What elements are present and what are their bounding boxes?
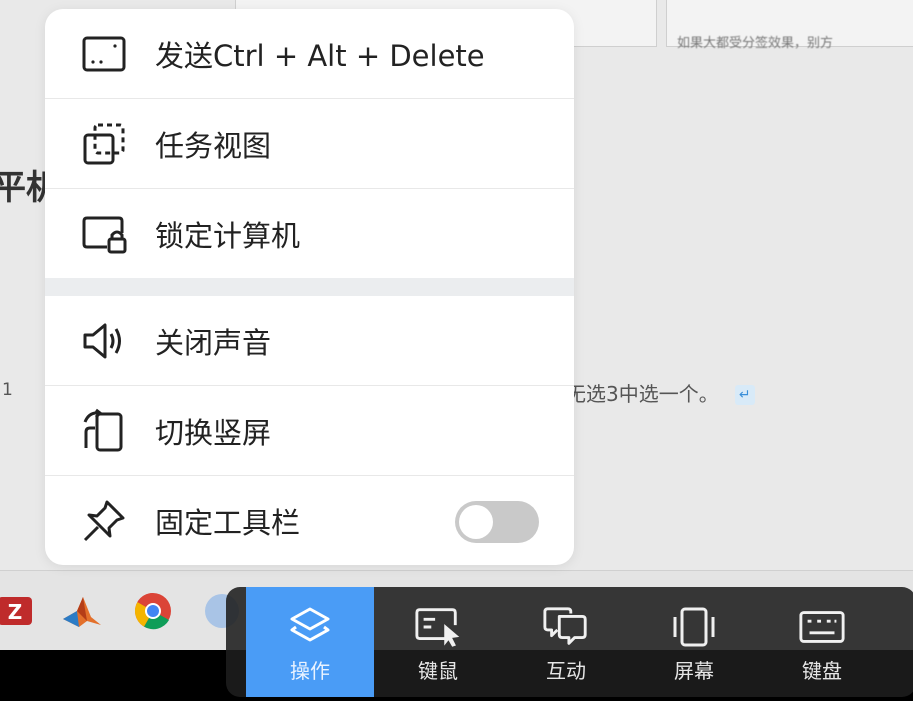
rotate-screen-icon [79, 406, 129, 456]
menu-item-rotate-screen[interactable]: 切换竖屏 [45, 386, 574, 475]
svg-text:Z: Z [8, 600, 23, 624]
menu-item-label: 锁定计算机 [155, 218, 301, 253]
remote-control-toolbar: 操作 键鼠 互动 屏幕 键盘 [226, 587, 913, 697]
keyboard-box-icon [79, 29, 129, 79]
chrome-icon[interactable] [131, 589, 175, 633]
remote-actions-menu: 发送Ctrl + Alt + Delete 任务视图 锁定计算机 关闭声音 切换… [45, 9, 574, 565]
matlab-icon[interactable] [60, 589, 104, 633]
background-document-panel-right: 如果大都受分签效果，别方 [666, 0, 913, 51]
keyboard-mouse-icon [414, 605, 462, 649]
layers-icon [286, 605, 334, 649]
toolbar-label: 键盘 [802, 659, 842, 683]
pin-icon [79, 496, 129, 546]
menu-item-label: 切换竖屏 [155, 415, 272, 450]
chat-icon [542, 605, 590, 649]
menu-item-send-ctrl-alt-delete[interactable]: 发送Ctrl + Alt + Delete [45, 9, 574, 98]
toolbar-tab-operations[interactable]: 操作 [246, 587, 374, 697]
menu-item-pin-toolbar: 固定工具栏 [45, 476, 574, 565]
background-text: 如果大都受分签效果，别方 [677, 36, 834, 51]
menu-item-label: 关闭声音 [155, 325, 272, 360]
menu-item-label: 任务视图 [155, 128, 272, 163]
menu-item-lock-computer[interactable]: 锁定计算机 [45, 189, 574, 278]
screen-icon [670, 605, 718, 649]
keyboard-icon [798, 605, 846, 649]
speaker-icon [79, 316, 129, 366]
toolbar-tab-keyboard-mouse[interactable]: 键鼠 [374, 587, 502, 697]
background-text-content: 无选3中选一个。 [566, 382, 719, 406]
toolbar-tab-screen[interactable]: 屏幕 [630, 587, 758, 697]
task-view-icon [79, 119, 129, 169]
menu-item-label: 发送Ctrl + Alt + Delete [155, 38, 485, 73]
lock-computer-icon [79, 209, 129, 259]
toolbar-label: 屏幕 [674, 659, 714, 683]
menu-item-task-view[interactable]: 任务视图 [45, 99, 574, 188]
menu-item-mute-sound[interactable]: 关闭声音 [45, 296, 574, 385]
toolbar-label: 互动 [546, 659, 586, 683]
background-line-number: 1 [2, 380, 13, 400]
toggle-knob [459, 505, 493, 539]
pin-toolbar-toggle[interactable] [455, 501, 539, 543]
enter-icon: ↵ [734, 385, 755, 405]
toolbar-tab-keyboard[interactable]: 键盘 [758, 587, 886, 697]
menu-group-separator [45, 278, 574, 296]
toolbar-label: 键鼠 [418, 659, 458, 683]
menu-item-label: 固定工具栏 [155, 505, 301, 540]
toolbar-label: 操作 [290, 659, 330, 683]
background-text-line: 无选3中选一个。 ↵ [566, 378, 755, 407]
filezilla-icon[interactable]: Z [0, 589, 38, 633]
toolbar-tab-interaction[interactable]: 互动 [502, 587, 630, 697]
